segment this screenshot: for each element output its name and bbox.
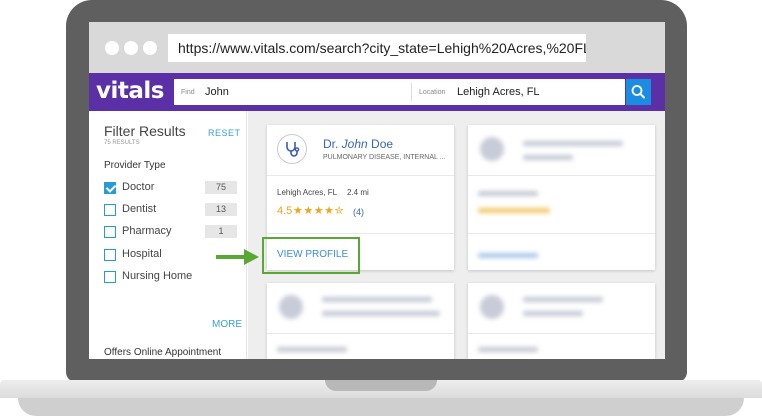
- provider-name-prefix: Dr.: [323, 137, 342, 151]
- filter-row-doctor[interactable]: Doctor 75: [104, 180, 238, 196]
- nursing-home-checkbox[interactable]: [104, 271, 116, 283]
- browser-toolbar: https://www.vitals.com/search?city_state…: [89, 22, 665, 73]
- blurred-text: [277, 347, 347, 352]
- provider-name[interactable]: Dr. John Doe: [323, 137, 393, 151]
- search-icon: [631, 85, 645, 99]
- rating-value: 4.5: [277, 205, 293, 217]
- blurred-text: [523, 297, 603, 302]
- stethoscope-glyph: [286, 142, 300, 157]
- filter-count: 1: [205, 225, 237, 238]
- laptop-screen: https://www.vitals.com/search?city_state…: [89, 22, 665, 359]
- blurred-text: [322, 297, 432, 302]
- view-profile-highlight: [262, 237, 360, 274]
- provider-specialty: PULMONARY DISEASE, INTERNAL ...: [323, 154, 446, 161]
- filter-title: Filter Results: [104, 123, 186, 139]
- card-divider: [468, 333, 655, 334]
- avatar-placeholder: [279, 295, 303, 319]
- provider-distance: 2.4 mi: [347, 188, 369, 197]
- find-input[interactable]: John: [205, 79, 229, 105]
- site-header: vitals Find John Location Lehigh Acres, …: [89, 73, 665, 111]
- reset-link[interactable]: RESET: [208, 128, 241, 138]
- blurred-stars: [478, 208, 550, 213]
- star-rating-icon: ★★★★✮: [293, 205, 345, 217]
- filter-row-dentist[interactable]: Dentist 13: [104, 202, 238, 218]
- online-appointment-heading: Offers Online Appointment: [104, 347, 222, 358]
- find-label: Find: [181, 89, 195, 96]
- window-control-dot[interactable]: [124, 41, 138, 55]
- blurred-text: [478, 347, 538, 352]
- provider-card-blurred[interactable]: [267, 283, 454, 359]
- more-link[interactable]: MORE: [212, 319, 242, 330]
- window-control-dot[interactable]: [143, 41, 157, 55]
- vitals-logo[interactable]: vitals: [96, 78, 164, 104]
- blurred-text: [523, 155, 573, 160]
- review-count-link[interactable]: (4): [353, 207, 364, 217]
- card-divider: [468, 175, 655, 176]
- filter-label: Hospital: [122, 248, 162, 260]
- dentist-checkbox[interactable]: [104, 204, 116, 216]
- provider-name-first: John: [341, 137, 368, 151]
- location-input[interactable]: Lehigh Acres, FL: [457, 79, 540, 105]
- arrow-right-icon: [216, 249, 259, 265]
- search-group: Find John Location Lehigh Acres, FL: [174, 79, 625, 105]
- filter-row-nursing-home[interactable]: Nursing Home: [104, 269, 238, 285]
- blurred-text: [523, 311, 583, 316]
- card-divider: [267, 333, 454, 334]
- laptop-notch: [325, 380, 437, 391]
- blurred-link: [478, 253, 538, 258]
- card-divider: [267, 233, 454, 234]
- address-bar[interactable]: https://www.vitals.com/search?city_state…: [168, 34, 586, 62]
- results-area: Dr. John Doe PULMONARY DISEASE, INTERNAL…: [248, 111, 665, 359]
- location-label: Location: [419, 89, 446, 96]
- filter-label: Pharmacy: [122, 225, 172, 237]
- window-control-dot[interactable]: [105, 41, 119, 55]
- search-button[interactable]: [626, 79, 651, 105]
- provider-card-blurred[interactable]: [468, 125, 655, 270]
- provider-name-last: Doe: [367, 137, 394, 151]
- filter-label: Doctor: [122, 181, 155, 193]
- filter-count: 13: [205, 203, 237, 216]
- provider-card-blurred[interactable]: [468, 283, 655, 359]
- provider-location: Lehigh Acres, FL: [277, 188, 338, 197]
- card-divider: [468, 233, 655, 234]
- blurred-text: [478, 191, 538, 196]
- doctor-checkbox[interactable]: [104, 182, 116, 194]
- search-divider: [411, 83, 412, 101]
- stethoscope-icon: [277, 134, 307, 164]
- filter-panel: Filter Results RESET 75 RESULTS Provider…: [89, 111, 247, 359]
- card-divider: [267, 175, 454, 176]
- avatar-placeholder: [480, 137, 504, 161]
- avatar-placeholder: [480, 295, 504, 319]
- filter-count: 75: [205, 181, 237, 194]
- laptop-base: [0, 380, 762, 416]
- provider-type-heading: Provider Type: [104, 160, 166, 171]
- filter-label: Nursing Home: [122, 270, 193, 282]
- filter-row-pharmacy[interactable]: Pharmacy 1: [104, 224, 238, 240]
- blurred-text: [523, 141, 623, 146]
- hospital-checkbox[interactable]: [104, 249, 116, 261]
- results-count: 75 RESULTS: [104, 140, 140, 146]
- filter-label: Dentist: [122, 203, 157, 215]
- laptop-base-bottom: [18, 398, 744, 416]
- pharmacy-checkbox[interactable]: [104, 226, 116, 238]
- blurred-text: [322, 311, 440, 316]
